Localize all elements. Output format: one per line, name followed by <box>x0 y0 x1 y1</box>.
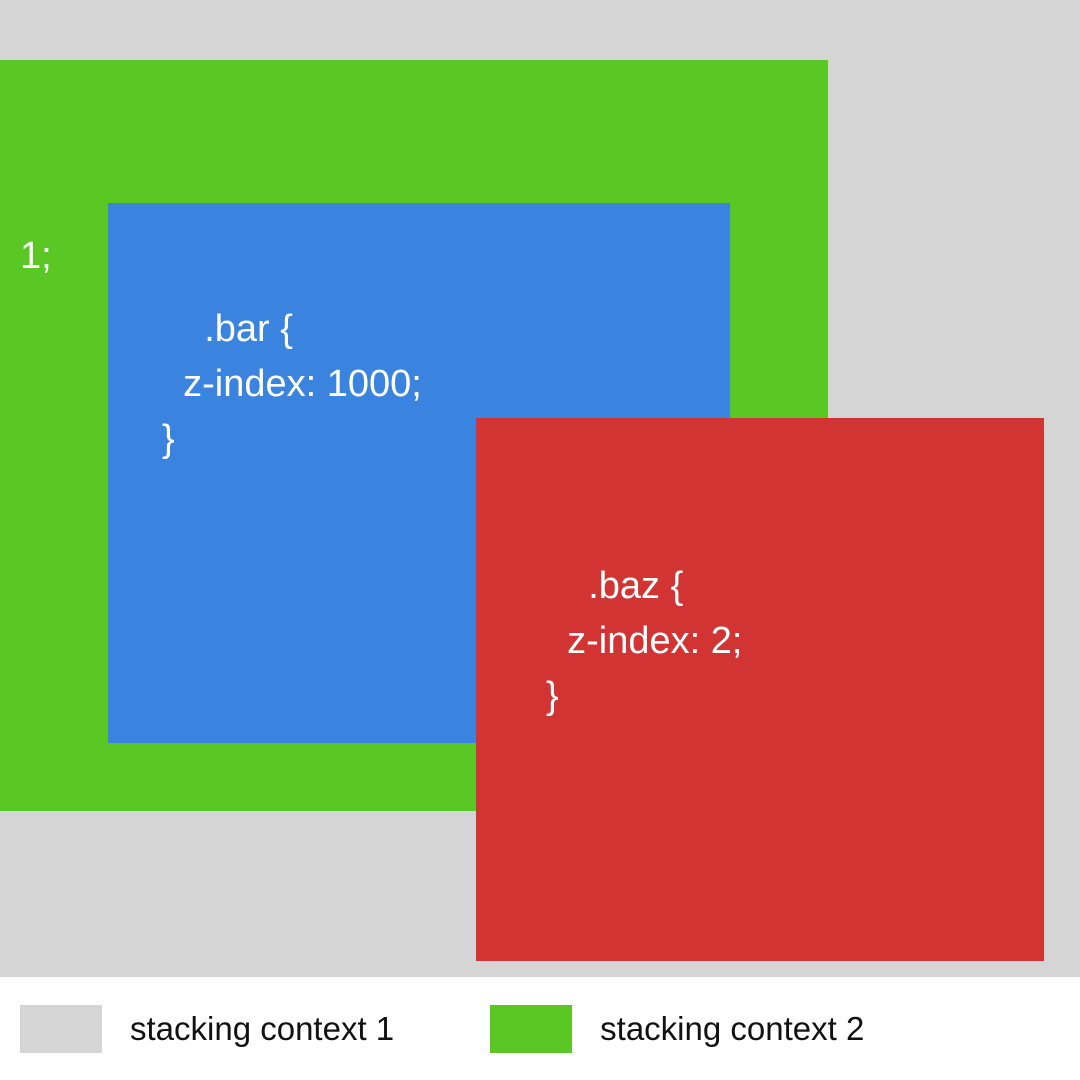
stacking-box-red: .baz { z-index: 2; } <box>476 418 1044 961</box>
legend-label-1: stacking context 1 <box>130 1010 394 1048</box>
legend-swatch-grey <box>20 1005 102 1053</box>
legend-swatch-green <box>490 1005 572 1053</box>
blue-box-css: .bar { z-index: 1000; } <box>162 308 422 460</box>
diagram-canvas: 1; .bar { z-index: 1000; } .baz { z-inde… <box>0 0 1080 977</box>
red-box-css: .baz { z-index: 2; } <box>546 565 742 717</box>
green-box-label: 1; <box>20 235 52 278</box>
legend: stacking context 1 stacking context 2 <box>0 977 1080 1080</box>
legend-label-2: stacking context 2 <box>600 1010 864 1048</box>
